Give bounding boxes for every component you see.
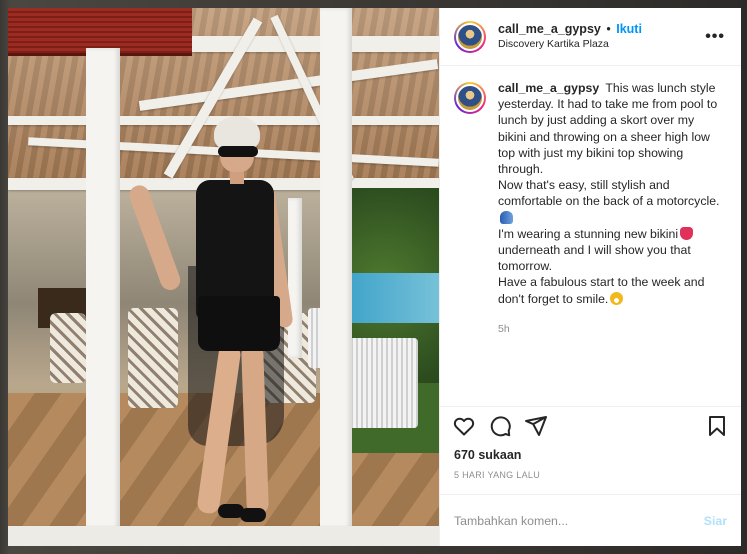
post-sidebar: call_me_a_gypsy • Ikuti Discovery Kartik… xyxy=(439,8,741,546)
post-modal: call_me_a_gypsy • Ikuti Discovery Kartik… xyxy=(8,8,741,546)
comment-icon[interactable] xyxy=(488,414,512,438)
right-pillar xyxy=(320,8,352,546)
send-icon[interactable] xyxy=(524,414,548,438)
header-username[interactable]: call_me_a_gypsy xyxy=(498,22,601,36)
avatar[interactable] xyxy=(454,20,486,53)
more-horizontal-icon[interactable]: ••• xyxy=(705,28,725,46)
likes-count[interactable]: 670 sukaan xyxy=(440,444,741,464)
post-photo[interactable] xyxy=(8,8,439,546)
caption-line-2: Now that's easy, still stylish and comfo… xyxy=(498,178,720,209)
post-header: call_me_a_gypsy • Ikuti Discovery Kartik… xyxy=(440,8,741,66)
location-link[interactable]: Discovery Kartika Plaza xyxy=(498,38,705,51)
comment-bar: Siar xyxy=(440,494,741,546)
woman-figure xyxy=(126,116,298,536)
white-chair xyxy=(348,338,418,428)
left-pillar xyxy=(86,48,120,546)
caption-line-3: I'm wearing a stunning new bikini xyxy=(498,226,679,241)
bikini-emoji-icon xyxy=(680,226,694,240)
separator-dot: • xyxy=(606,22,611,37)
motorcycle-emoji-icon xyxy=(500,210,513,224)
caption-line-5: Have a fabulous start to the week and do… xyxy=(498,275,705,306)
caption-line-4: underneath and I will show you that tomo… xyxy=(498,243,691,274)
post-comment-button[interactable]: Siar xyxy=(704,514,727,528)
pool xyxy=(338,273,439,323)
bookmark-icon[interactable] xyxy=(705,414,729,438)
caption-timestamp[interactable]: 5h xyxy=(498,321,725,337)
caption-text: call_me_a_gypsy This was lunch style yes… xyxy=(498,80,725,406)
grin-emoji-icon xyxy=(610,291,624,305)
caption-line-1: This was lunch style yesterday. It had t… xyxy=(498,81,718,177)
comment-input[interactable] xyxy=(454,513,704,528)
caption-username[interactable]: call_me_a_gypsy xyxy=(498,81,599,95)
caption-area: call_me_a_gypsy This was lunch style yes… xyxy=(440,66,741,406)
follow-button[interactable]: Ikuti xyxy=(616,22,642,36)
post-date[interactable]: 5 HARI YANG LALU xyxy=(440,464,741,494)
action-bar xyxy=(440,406,741,444)
caption-avatar[interactable] xyxy=(454,82,486,114)
heart-icon[interactable] xyxy=(452,414,476,438)
